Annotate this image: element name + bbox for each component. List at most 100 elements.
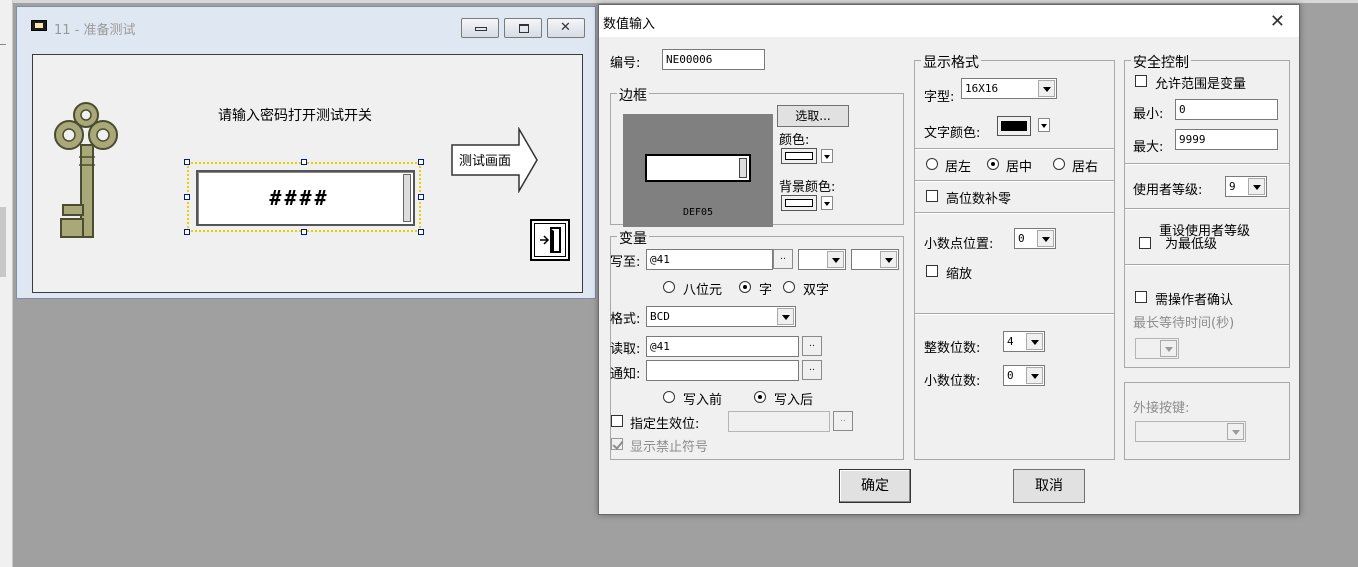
preview-input-box (645, 154, 751, 182)
external-key-dropdown[interactable] (1135, 421, 1246, 442)
frame-group-title: 边框 (617, 85, 649, 105)
notify-radio-before[interactable] (663, 391, 675, 403)
max-wait-dropdown[interactable] (1135, 338, 1179, 359)
variable-group: 变量 写至: @41 .. 八位元 字 双字 格式: BCD 读取: @41 .… (610, 228, 904, 460)
format-value: BCD (650, 310, 670, 323)
decimal-position-value: 0 (1018, 232, 1025, 245)
bg-color-swatch[interactable] (781, 195, 817, 211)
minimize-icon (475, 27, 487, 31)
notify-radio-after[interactable] (754, 391, 766, 403)
user-level-dropdown[interactable]: 9 (1225, 176, 1267, 197)
resize-handle[interactable] (418, 159, 424, 165)
key-icon[interactable] (51, 95, 121, 245)
arrow-button-label: 测试画面 (459, 154, 512, 169)
text-color-dropdown[interactable] (1038, 118, 1050, 132)
reset-level-checkbox[interactable] (1139, 237, 1151, 249)
left-panel-strip (0, 0, 13, 567)
resize-handle[interactable] (301, 229, 307, 235)
password-input-object[interactable]: #### (196, 170, 415, 226)
frame-color-swatch[interactable] (781, 148, 817, 164)
min-label: 最小: (1133, 107, 1164, 122)
dialog-close-button[interactable]: ✕ (1270, 11, 1285, 32)
frame-color-label: 颜色: (779, 133, 810, 148)
preview-bar (739, 158, 747, 178)
resize-handle[interactable] (184, 159, 190, 165)
notify-address-field[interactable] (646, 360, 799, 381)
font-label: 字型: (924, 90, 955, 105)
font-dropdown[interactable]: 16X16 (961, 78, 1057, 99)
write-type-dropdown[interactable] (798, 249, 846, 270)
write-index-dropdown[interactable] (851, 249, 899, 270)
window-title: 11 - 准备测试 (54, 23, 136, 38)
text-color-swatch[interactable] (997, 116, 1031, 136)
write-browse-button[interactable]: .. (773, 249, 793, 269)
divider (915, 148, 1114, 149)
format-label: 格式: (610, 312, 641, 327)
select-frame-button[interactable]: 选取... (777, 105, 849, 127)
divider (915, 313, 1114, 314)
maximize-button[interactable] (504, 18, 542, 38)
resize-handle[interactable] (184, 229, 190, 235)
notify-label: 通知: (610, 367, 641, 382)
format-dropdown[interactable]: BCD (646, 306, 796, 327)
show-forbidden-label: 显示禁止符号 (630, 440, 709, 455)
size-label-word: 字 (759, 283, 773, 298)
ok-button[interactable]: 确定 (839, 469, 911, 503)
security-group-title: 安全控制 (1131, 52, 1191, 72)
frame-preview-name: DEF05 (682, 207, 714, 218)
notify-browse-button[interactable]: .. (802, 360, 822, 380)
resize-handle[interactable] (301, 159, 307, 165)
decimal-digits-value: 0 (1007, 369, 1014, 382)
id-field[interactable]: NE00006 (662, 49, 765, 70)
operator-confirm-checkbox[interactable] (1135, 291, 1147, 303)
max-field[interactable]: 9999 (1175, 129, 1278, 150)
resize-handle[interactable] (418, 229, 424, 235)
reset-level-line2: 为最低级 (1165, 237, 1218, 252)
effective-bit-checkbox[interactable] (611, 415, 623, 427)
maximize-icon (519, 24, 529, 33)
read-address-field[interactable]: @41 (646, 336, 799, 357)
size-radio-word[interactable] (739, 281, 751, 293)
dialog-titlebar[interactable]: 数值输入 ✕ (599, 5, 1299, 37)
min-field[interactable]: 0 (1175, 99, 1278, 120)
bg-color-dropdown[interactable] (821, 196, 833, 210)
scroll-marker (0, 207, 6, 277)
frame-color-dropdown[interactable] (821, 149, 833, 163)
write-label: 写至: (610, 255, 641, 270)
screen-icon (31, 20, 47, 31)
divider (1125, 264, 1289, 265)
decimal-digits-dropdown[interactable]: 0 (1003, 365, 1045, 386)
minimize-button[interactable] (461, 18, 499, 38)
integer-digits-dropdown[interactable]: 4 (1003, 331, 1045, 352)
resize-handle[interactable] (184, 194, 190, 200)
align-radio-right[interactable] (1053, 158, 1065, 170)
zero-pad-checkbox[interactable] (926, 190, 938, 202)
write-address-field[interactable]: @41 (646, 249, 773, 270)
read-browse-button[interactable]: .. (802, 336, 822, 356)
scale-label: 缩放 (946, 267, 973, 282)
align-label-right: 居右 (1072, 160, 1099, 175)
exit-door-button[interactable] (530, 219, 570, 261)
decimal-position-label: 小数点位置: (924, 237, 994, 252)
decimal-position-dropdown[interactable]: 0 (1014, 228, 1056, 249)
scale-checkbox[interactable] (926, 265, 938, 277)
external-key-label: 外接按键: (1133, 401, 1190, 416)
display-group-title: 显示格式 (921, 52, 981, 72)
window-titlebar[interactable]: 11 - 准备测试 ✕ (17, 7, 595, 45)
size-radio-dword[interactable] (783, 281, 795, 293)
close-window-button[interactable]: ✕ (547, 18, 585, 38)
zero-pad-label: 高位数补零 (946, 192, 1012, 207)
show-forbidden-checkbox[interactable] (611, 438, 623, 450)
align-radio-left[interactable] (926, 158, 938, 170)
cancel-button[interactable]: 取消 (1013, 469, 1085, 503)
resize-handle[interactable] (418, 194, 424, 200)
frame-preview: DEF05 (623, 114, 773, 227)
effective-bit-field[interactable] (728, 411, 830, 432)
size-radio-byte[interactable] (663, 281, 675, 293)
range-variable-checkbox[interactable] (1135, 75, 1147, 87)
align-label-center: 居中 (1006, 160, 1033, 175)
font-value: 16X16 (965, 82, 999, 95)
align-radio-center[interactable] (987, 158, 999, 170)
bg-color-label: 背景颜色: (779, 180, 836, 195)
effective-bit-browse-button[interactable]: .. (833, 411, 853, 431)
